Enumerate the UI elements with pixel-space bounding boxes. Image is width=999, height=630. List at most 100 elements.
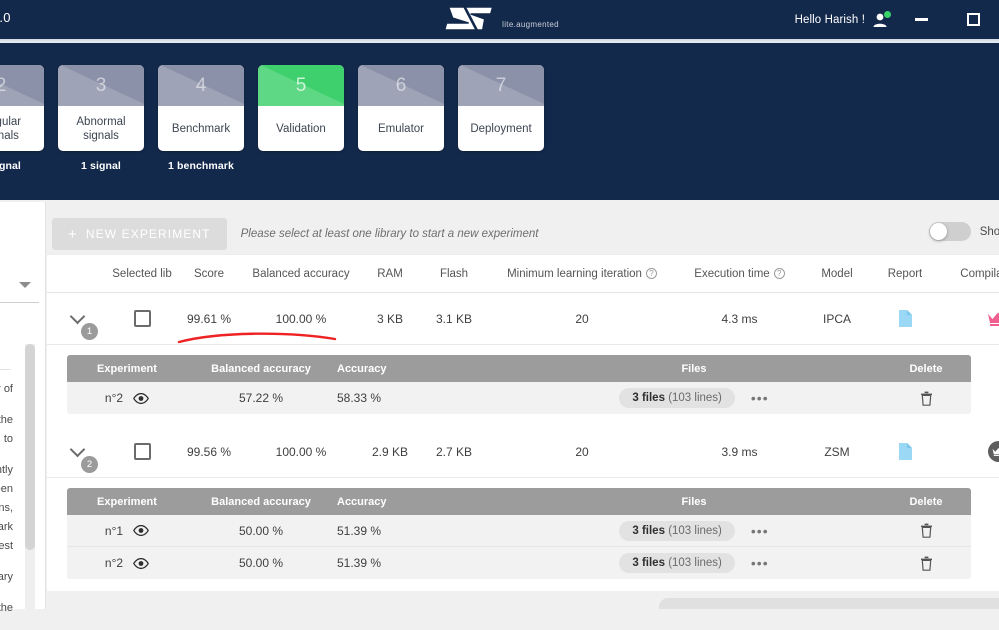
cell-report[interactable] — [872, 442, 938, 461]
show-experiments-toggle-group[interactable]: Show experime — [929, 222, 999, 241]
panel-scrollbar-thumb[interactable] — [25, 344, 35, 550]
header-selected-lib: Selected lib — [109, 268, 175, 280]
help-icon[interactable]: ? — [646, 268, 657, 279]
subheader-files: Files — [507, 363, 881, 375]
step-subtitle: 1 signal — [0, 160, 44, 172]
panel-line-3: ently — [0, 464, 13, 476]
step-number: 3 — [96, 75, 107, 97]
select-lib-checkbox[interactable] — [134, 443, 151, 460]
eye-icon[interactable] — [133, 525, 149, 536]
step-card-5[interactable]: 5 Validation — [258, 65, 344, 172]
subcell-delete[interactable] — [881, 556, 971, 571]
subtable-row[interactable]: n°1 50.00 % 51.39 % 3 files (103 lines) … — [67, 515, 971, 547]
step-card-6-box[interactable]: 6 Emulator — [358, 65, 444, 151]
panel-divider-2 — [0, 369, 11, 370]
step-card-4-box[interactable]: 4 Benchmark — [158, 65, 244, 151]
subcell-files[interactable]: 3 files (103 lines) ••• — [507, 388, 881, 408]
select-lib-checkbox[interactable] — [134, 310, 151, 327]
crown-pink-icon[interactable] — [987, 311, 999, 326]
step-subtitle: 1 signal — [58, 160, 144, 172]
subtable-row[interactable]: n°2 50.00 % 51.39 % 3 files (103 lines) … — [67, 547, 971, 579]
maximize-button[interactable] — [947, 0, 999, 39]
cell-report[interactable] — [872, 309, 938, 328]
step-card-5-box[interactable]: 5 Validation — [258, 65, 344, 151]
cell-balanced-accuracy: 100.00 % — [243, 312, 359, 326]
table-row[interactable]: 1 99.61 % 100.00 % 3 KB 3.1 KB 20 4.3 ms… — [47, 293, 999, 345]
step-card-2[interactable]: 2 Regular signals 1 signal — [0, 65, 44, 172]
subcell-files[interactable]: 3 files (103 lines) ••• — [507, 521, 881, 541]
files-lines: (103 lines) — [668, 525, 722, 537]
subcell-experiment[interactable]: n°2 — [67, 556, 187, 570]
subcell-experiment[interactable]: n°2 — [67, 391, 187, 405]
step-card-7-box[interactable]: 7 Deployment — [458, 65, 544, 151]
subcell-accuracy: 51.39 % — [335, 524, 507, 538]
header-flash: Flash — [421, 268, 487, 280]
files-pill[interactable]: 3 files (103 lines) — [619, 521, 735, 541]
step-number: 6 — [396, 75, 407, 97]
crown-glyph — [992, 447, 999, 456]
cell-model: IPCA — [802, 312, 872, 326]
chevron-down-icon[interactable] — [19, 282, 31, 288]
step-label: Emulator — [358, 106, 444, 151]
subtable-row[interactable]: n°2 57.22 % 58.33 % 3 files (103 lines) … — [67, 382, 971, 414]
header-execution-time: Execution time ? — [677, 268, 802, 280]
trash-icon[interactable] — [920, 523, 933, 538]
step-card-4[interactable]: 4 Benchmark 1 benchmark — [158, 65, 244, 172]
trash-icon[interactable] — [920, 391, 933, 406]
chevron-down-icon[interactable] — [69, 309, 85, 325]
panel-line-6: mark — [0, 521, 13, 533]
table-row[interactable]: 2 99.56 % 100.00 % 2.9 KB 2.7 KB 20 3.9 … — [47, 426, 999, 478]
eye-icon[interactable] — [133, 393, 149, 404]
cell-flash: 2.7 KB — [421, 445, 487, 459]
cell-compilation-lib[interactable] — [938, 311, 999, 326]
cell-ram: 3 KB — [359, 312, 421, 326]
main-content: r of the d to ently een ons, mark test r… — [0, 202, 999, 609]
row-expand-cell[interactable]: 1 — [47, 315, 109, 322]
step-subtitle: 1 benchmark — [158, 160, 244, 172]
more-options-icon[interactable]: ••• — [751, 556, 769, 570]
user-avatar-icon[interactable] — [871, 11, 889, 29]
step-card-2-box[interactable]: 2 Regular signals — [0, 65, 44, 151]
experiment-name: n°2 — [105, 391, 123, 405]
minimize-button[interactable] — [895, 0, 947, 39]
more-options-icon[interactable]: ••• — [751, 524, 769, 538]
subheader-balanced-accuracy: Balanced accuracy — [187, 363, 335, 375]
header-mli-label: Minimum learning iteration — [507, 268, 642, 280]
files-pill[interactable]: 3 files (103 lines) — [619, 553, 735, 573]
experiment-name: n°1 — [105, 524, 123, 538]
online-status-dot — [884, 11, 891, 18]
show-experiments-toggle[interactable] — [929, 222, 971, 241]
new-experiment-button[interactable]: + NEW EXPERIMENT — [52, 218, 227, 250]
step-card-3[interactable]: 3 Abnormal signals 1 signal — [58, 65, 144, 172]
row-select-cell[interactable] — [109, 310, 175, 327]
row-select-cell[interactable] — [109, 443, 175, 460]
crown-circle-icon[interactable] — [988, 441, 999, 462]
step-card-3-box[interactable]: 3 Abnormal signals — [58, 65, 144, 151]
more-options-icon[interactable]: ••• — [751, 391, 769, 405]
step-card-7[interactable]: 7 Deployment — [458, 65, 544, 172]
user-greeting-group[interactable]: Hello Harish ! — [795, 11, 895, 29]
file-report-icon[interactable] — [898, 309, 913, 328]
step-card-6[interactable]: 6 Emulator — [358, 65, 444, 172]
subcell-accuracy: 51.39 % — [335, 556, 507, 570]
step-number: 4 — [196, 75, 207, 97]
subcell-experiment[interactable]: n°1 — [67, 524, 187, 538]
workflow-stepper: 2 Regular signals 1 signal 3 Abnormal si… — [0, 43, 999, 200]
subcell-delete[interactable] — [881, 523, 971, 538]
subcell-delete[interactable] — [881, 391, 971, 406]
step-label: Benchmark — [158, 106, 244, 151]
file-report-icon[interactable] — [898, 442, 913, 461]
subcell-files[interactable]: 3 files (103 lines) ••• — [507, 553, 881, 573]
chevron-down-icon[interactable] — [69, 442, 85, 458]
panel-line-7: test — [0, 540, 13, 552]
step-card-4-header: 4 — [158, 65, 244, 106]
help-icon[interactable]: ? — [774, 268, 785, 279]
row-expand-cell[interactable]: 2 — [47, 448, 109, 455]
header-compilation-lib: Compilation lib — [938, 268, 999, 280]
eye-icon[interactable] — [133, 558, 149, 569]
cell-compilation-lib[interactable] — [938, 441, 999, 462]
trash-icon[interactable] — [920, 556, 933, 571]
files-pill[interactable]: 3 files (103 lines) — [619, 388, 735, 408]
header-balanced-accuracy: Balanced accuracy — [243, 268, 359, 280]
panel-line-2: d to — [0, 433, 13, 445]
